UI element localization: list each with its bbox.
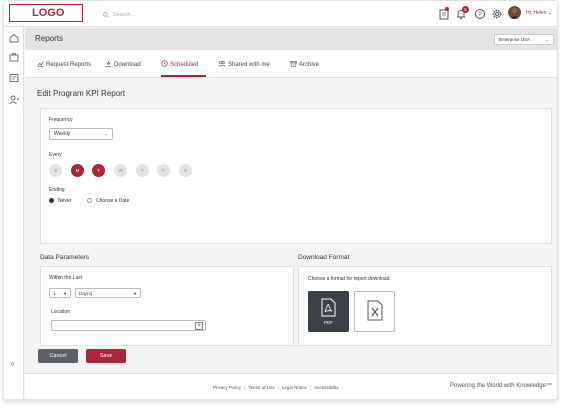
section-title: Reports — [35, 34, 64, 43]
chevron-down-icon: ⌄ — [545, 37, 549, 42]
day-toggle-wed[interactable]: W — [114, 164, 127, 177]
tasks-badge-dot — [445, 7, 449, 11]
avatar[interactable] — [508, 6, 521, 19]
caret-down-icon: ▼ — [63, 291, 67, 296]
day-toggle-sun[interactable]: S — [49, 164, 62, 177]
radio-choose-date[interactable]: Choose a Date — [87, 198, 129, 204]
day-toggle-thu[interactable]: T — [136, 164, 149, 177]
user-greeting: Hi, Helen — [526, 10, 547, 16]
tab-label: Request Reports — [46, 62, 92, 68]
pdf-file-icon — [321, 298, 336, 317]
pdf-format-button[interactable]: PDF — [308, 291, 349, 332]
report-tabs: Request Reports Download Scheduled Share… — [25, 50, 557, 78]
terms-of-use-link[interactable]: Terms of Use — [248, 385, 275, 390]
top-bar: LOGO Search... 5 ? Hi, Helen ⌄ — [4, 1, 557, 27]
data-parameters-panel: Within the Last 1 ▼ Day(s) ▼ Location + — [40, 266, 294, 346]
day-toggle-mon[interactable]: M — [71, 164, 84, 177]
user-menu[interactable]: Hi, Helen ⌄ — [526, 10, 552, 16]
download-format-title: Download Format — [298, 254, 350, 261]
cancel-button[interactable]: Cancel — [38, 349, 78, 363]
search-placeholder: Search... — [113, 12, 136, 18]
schedule-panel: Frequency Weekly ⌄ Every S M T W T F S E… — [40, 108, 552, 244]
notification-badge: 5 — [462, 6, 469, 13]
divider: | — [244, 385, 246, 390]
tab-label: Archive — [299, 62, 320, 68]
tab-label: Scheduled — [170, 62, 199, 68]
add-location-button[interactable]: + — [195, 322, 203, 330]
left-rail: » — [4, 27, 24, 399]
chart-icon — [37, 61, 44, 67]
svg-text:?: ? — [478, 12, 482, 18]
within-label: Within the Last — [49, 275, 83, 281]
frequency-select[interactable]: Weekly ⌄ — [49, 128, 113, 140]
logo[interactable]: LOGO — [9, 4, 83, 22]
tab-shared-with-me[interactable]: Shared with me — [218, 60, 270, 77]
archive-icon — [290, 61, 297, 67]
reports-header: Reports Enterprise USA ⌄ — [25, 28, 557, 50]
app-window: LOGO Search... 5 ? Hi, Helen ⌄ » Reports… — [3, 0, 558, 400]
users-icon — [218, 60, 226, 67]
tab-label: Download — [114, 62, 141, 68]
tab-archive[interactable]: Archive — [290, 60, 319, 77]
radio-never[interactable]: Never — [49, 198, 71, 204]
privacy-policy-link[interactable]: Privacy Policy — [213, 385, 241, 390]
legal-notice-link[interactable]: Legal Notice — [282, 385, 307, 390]
day-toggle-fri[interactable]: F — [157, 164, 170, 177]
divider: | — [277, 385, 279, 390]
tab-label: Shared with me — [228, 62, 270, 68]
unit-value: Day(s) — [79, 291, 93, 296]
action-bar: Cancel Save — [25, 346, 557, 368]
footer-tagline: Powering the World with Knowledge™ — [450, 383, 552, 389]
help-icon[interactable]: ? — [474, 8, 486, 20]
divider: | — [309, 385, 312, 390]
unit-select[interactable]: Day(s) ▼ — [75, 288, 141, 298]
format-instructions: Choose a format for report download. — [308, 276, 391, 282]
data-parameters-title: Data Parameters — [40, 254, 90, 261]
accessibility-link[interactable]: Accessibility — [314, 385, 339, 390]
tab-download[interactable]: Download — [105, 60, 141, 77]
frequency-label: Frequency — [49, 117, 73, 123]
download-format-panel: Choose a format for report download. PDF — [298, 266, 552, 346]
location-input[interactable]: + — [51, 320, 206, 331]
chevron-down-icon: ⌄ — [547, 10, 553, 16]
search-icon — [103, 12, 109, 18]
gear-icon[interactable] — [491, 8, 503, 20]
excel-format-button[interactable] — [354, 291, 395, 332]
caret-down-icon: ▼ — [133, 291, 137, 296]
chevron-down-icon: ⌄ — [103, 131, 108, 137]
radio-label: Never — [58, 198, 72, 204]
report-icon[interactable] — [8, 72, 20, 84]
expand-rail-icon[interactable]: » — [10, 359, 14, 368]
day-toggle-tue[interactable]: T — [92, 164, 105, 177]
frequency-value: Weekly — [54, 131, 71, 137]
enterprise-value: Enterprise USA — [499, 37, 531, 42]
clock-icon — [161, 60, 168, 67]
radio-dot — [87, 198, 92, 203]
briefcase-icon[interactable] — [8, 51, 20, 63]
day-toggle-sat[interactable]: S — [179, 164, 192, 177]
footer-links: Privacy Policy | Terms of Use | Legal Notice… — [213, 385, 339, 390]
pdf-label: PDF — [324, 320, 333, 325]
count-select[interactable]: 1 ▼ — [49, 288, 71, 298]
location-label: Location — [51, 309, 70, 315]
add-user-icon[interactable] — [8, 94, 20, 106]
enterprise-select[interactable]: Enterprise USA ⌄ — [494, 34, 554, 45]
radio-dot — [49, 198, 54, 203]
download-icon — [105, 60, 112, 67]
save-button[interactable]: Save — [86, 349, 126, 363]
tab-request-reports[interactable]: Request Reports — [37, 60, 91, 77]
radio-label: Choose a Date — [96, 198, 130, 204]
tab-scheduled[interactable]: Scheduled — [161, 60, 207, 77]
search-input[interactable]: Search... — [103, 9, 273, 21]
excel-file-icon — [367, 300, 383, 321]
ending-label: Ending — [49, 187, 65, 193]
page-footer: Privacy Policy | Terms of Use | Legal Notice… — [25, 373, 557, 399]
page-title: Edit Program KPI Report — [37, 89, 126, 98]
home-icon[interactable] — [8, 32, 20, 44]
count-value: 1 — [53, 291, 56, 296]
every-label: Every — [49, 152, 62, 158]
